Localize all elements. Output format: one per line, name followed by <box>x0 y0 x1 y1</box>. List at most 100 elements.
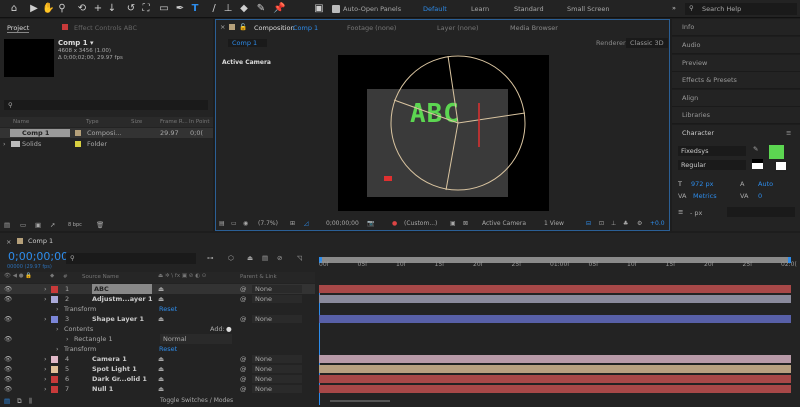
parent-select[interactable]: None <box>252 385 302 393</box>
in-out-icon[interactable]: ⫼ <box>29 397 32 406</box>
draft-3d-icon[interactable]: ⊡ <box>599 217 604 230</box>
timeline-search-input[interactable]: ⚲ <box>66 253 196 264</box>
leading-value[interactable]: Auto <box>758 180 773 188</box>
reset-link[interactable]: Reset <box>159 344 177 354</box>
spot-light-gizmo[interactable] <box>338 55 549 211</box>
expand-arrow-icon[interactable]: › <box>44 294 47 304</box>
resolution-select[interactable]: (Custom...) <box>404 217 437 230</box>
tab-composition-comp[interactable]: Comp 1 <box>293 24 318 32</box>
reset-link[interactable]: Reset <box>159 304 177 314</box>
visibility-eye-icon[interactable]: 👁 <box>4 294 12 304</box>
tab-effect-controls[interactable]: Effect Controls ABC <box>74 24 137 32</box>
expand-arrow-icon[interactable]: › <box>44 374 47 384</box>
expand-icon[interactable]: › <box>3 140 6 148</box>
layer-duration-bar[interactable] <box>319 285 791 293</box>
tab-comp-1[interactable]: Comp 1 <box>28 237 53 245</box>
toggle-3d-icon[interactable]: ⊟ <box>586 217 591 230</box>
workspace-default[interactable]: Default <box>423 5 447 13</box>
fill-color-swatch[interactable] <box>769 145 784 159</box>
layer-row[interactable]: 👁 › 3 Shape Layer 1 ⏏ @ None <box>0 314 315 324</box>
layer-name[interactable]: Shape Layer 1 <box>92 314 144 324</box>
motion-blur-icon[interactable]: ⊘ <box>277 254 282 262</box>
tab-layer[interactable]: Layer (none) <box>437 24 478 32</box>
region-icon[interactable]: ◿ <box>304 217 309 230</box>
layer-duration-bar[interactable] <box>319 365 791 373</box>
workspace-small-screen[interactable]: Small Screen <box>567 5 609 13</box>
shy-switch-icon[interactable]: ⏏ <box>158 364 164 374</box>
project-item-comp[interactable]: Comp 1 Composi... 29.97 0;0( <box>0 128 213 138</box>
layer-row[interactable]: 👁 › 2 Adjustm...ayer 1 ⏏ @ None <box>0 294 315 304</box>
lock-icon[interactable]: 🔓 <box>239 23 247 31</box>
pickwhip-icon[interactable]: @ <box>240 384 247 394</box>
eyedropper-icon[interactable]: ✎ <box>753 145 758 153</box>
pickwhip-icon[interactable]: @ <box>240 374 247 384</box>
shy-icon[interactable]: ⏏ <box>247 254 253 262</box>
grid-icon[interactable]: ⊞ <box>290 217 295 230</box>
camera-select[interactable]: Active Camera <box>482 217 526 230</box>
expand-arrow-icon[interactable]: › <box>44 284 47 294</box>
selection-tool-icon[interactable]: ▶ <box>28 3 40 15</box>
col-source-name[interactable]: Source Name <box>82 274 119 280</box>
parent-select[interactable]: None <box>252 285 302 293</box>
hand-tool-icon[interactable]: ✋ <box>42 3 54 15</box>
project-search-input[interactable]: ⚲ <box>4 100 208 110</box>
frame-blending-icon[interactable]: ▤ <box>262 254 268 262</box>
visibility-eye-icon[interactable]: 👁 <box>4 384 12 394</box>
layer-row[interactable]: 👁 › 6 Dark Gr...olid 1 ⏏ @ None <box>0 374 315 384</box>
exposure-value[interactable]: +0.0 <box>650 217 665 230</box>
parent-select[interactable]: None <box>252 355 302 363</box>
home-icon[interactable]: ⌂ <box>8 3 20 15</box>
label-color[interactable] <box>51 375 58 383</box>
pickwhip-icon[interactable]: @ <box>240 354 247 364</box>
property-group[interactable]: › Contents Add: ● <box>0 324 315 334</box>
col-parent-link[interactable]: Parent & Link <box>240 274 277 280</box>
stroke-style-select[interactable] <box>727 207 795 217</box>
layer-duration-bar[interactable] <box>319 355 791 363</box>
current-time[interactable]: 0;00;00;00 <box>326 217 359 230</box>
viewer[interactable]: ABC <box>338 55 549 211</box>
parent-select[interactable]: None <box>252 315 302 323</box>
rotate-tool-icon[interactable]: ↺ <box>125 3 137 15</box>
expand-arrow-icon[interactable]: › <box>44 314 47 324</box>
layer-row[interactable]: 👁 › 1 ABC ⏏ @ None <box>0 284 315 294</box>
layer-duration-bar[interactable] <box>319 295 791 303</box>
shy-switch-icon[interactable]: ⏏ <box>158 284 164 294</box>
shy-switch-icon[interactable]: ⏏ <box>158 294 164 304</box>
col-type[interactable]: Type <box>86 119 99 125</box>
parent-select[interactable]: None <box>252 295 302 303</box>
expand-arrow-icon[interactable]: › <box>44 384 47 394</box>
close-icon[interactable]: × <box>220 23 225 31</box>
eraser-tool-icon[interactable]: ◆ <box>238 3 250 15</box>
puppet-pin-icon[interactable]: 📌 <box>273 3 285 15</box>
layer-name[interactable]: Null 1 <box>92 384 113 394</box>
search-help-input[interactable]: ⚲ Search Help <box>685 3 797 15</box>
visibility-eye-icon[interactable]: 👁 <box>4 364 12 374</box>
visibility-eye-icon[interactable]: 👁 <box>4 374 12 384</box>
anchor-tool-icon[interactable]: ⛶ <box>140 3 152 15</box>
exposure-icon[interactable]: ⚙ <box>637 217 642 230</box>
add-icon[interactable]: ● <box>226 324 232 334</box>
pickwhip-icon[interactable]: @ <box>240 314 247 324</box>
orbit-tool-icon[interactable]: ⟲ <box>76 3 88 15</box>
views-select[interactable]: 1 View <box>544 217 564 230</box>
tab-composition[interactable]: Composition <box>254 24 295 32</box>
panel-info[interactable]: Info <box>672 19 800 36</box>
kerning-value[interactable]: Metrics <box>693 192 717 200</box>
toggle-switches-modes[interactable]: Toggle Switches / Modes <box>160 397 233 404</box>
expand-arrow-icon[interactable]: › <box>56 344 59 354</box>
draft-3d-icon[interactable]: ⬡ <box>228 254 234 262</box>
visibility-eye-icon[interactable]: 👁 <box>4 334 12 344</box>
parent-select[interactable]: None <box>252 365 302 373</box>
layer-duration-bar[interactable] <box>319 385 791 393</box>
no-stroke-swatch[interactable] <box>774 160 788 172</box>
layer-row[interactable]: 👁 › 4 Camera 1 ⏏ @ None <box>0 354 315 364</box>
col-size[interactable]: Size <box>131 119 142 125</box>
workspace-standard[interactable]: Standard <box>514 5 544 13</box>
layer-name[interactable]: ABC <box>92 284 152 294</box>
panel-preview[interactable]: Preview <box>672 55 800 72</box>
layer-name[interactable]: Adjustm...ayer 1 <box>92 294 153 304</box>
auto-open-checkbox[interactable] <box>332 5 340 13</box>
visibility-eye-icon[interactable]: 👁 <box>4 314 12 324</box>
pickwhip-icon[interactable]: @ <box>240 284 247 294</box>
panel-audio[interactable]: Audio <box>672 37 800 54</box>
